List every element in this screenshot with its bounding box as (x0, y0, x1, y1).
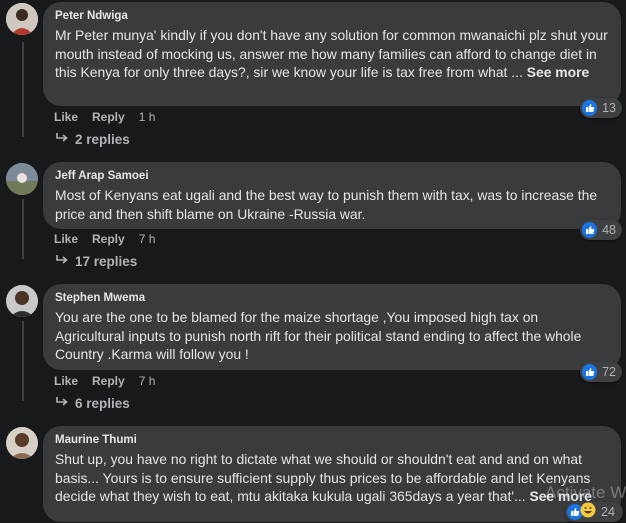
activation-watermark: Activate Wi (545, 483, 626, 502)
comment-author[interactable]: Peter Ndwiga (55, 9, 609, 23)
comment-author[interactable]: Stephen Mwema (55, 291, 609, 305)
view-replies[interactable]: 2 replies (55, 132, 130, 147)
like-button[interactable]: Like (54, 232, 78, 246)
comment-text: Shut up, you have no right to dictate wh… (55, 451, 592, 504)
comment-bubble: Peter Ndwiga Mr Peter munya' kindly if y… (43, 2, 621, 106)
comment-actions: Like Reply 7 h (54, 232, 155, 246)
reply-arrow-icon (55, 132, 69, 147)
see-more-link[interactable]: See more (527, 64, 590, 80)
avatar[interactable] (6, 3, 38, 35)
like-button[interactable]: Like (54, 374, 78, 388)
thread-line (22, 42, 24, 137)
comment-text: You are the one to be blamed for the mai… (55, 309, 582, 362)
reaction-count[interactable]: 24 (565, 502, 623, 522)
avatar[interactable] (6, 427, 38, 459)
avatar[interactable] (6, 163, 38, 195)
laugh-emoji-icon (580, 502, 596, 523)
reaction-count[interactable]: 72 (580, 362, 622, 382)
timestamp[interactable]: 7 h (139, 232, 156, 246)
view-replies[interactable]: 6 replies (55, 396, 130, 411)
like-button[interactable]: Like (54, 110, 78, 124)
thumbs-up-icon (582, 222, 598, 238)
thumbs-up-icon (582, 364, 598, 380)
comment-bubble: Jeff Arap Samoei Most of Kenyans eat uga… (43, 162, 621, 229)
comment-text: Mr Peter munya' kindly if you don't have… (55, 27, 608, 80)
thread-line (22, 321, 24, 401)
timestamp[interactable]: 7 h (139, 374, 156, 388)
reaction-count[interactable]: 48 (580, 220, 622, 240)
view-replies[interactable]: 17 replies (55, 254, 137, 269)
comment-author[interactable]: Jeff Arap Samoei (55, 169, 609, 183)
comment-author[interactable]: Maurine Thumi (55, 433, 609, 447)
comment-text: Most of Kenyans eat ugali and the best w… (55, 187, 598, 222)
comment-bubble: Maurine Thumi Shut up, you have no right… (43, 426, 621, 522)
reply-button[interactable]: Reply (92, 232, 125, 246)
reply-button[interactable]: Reply (92, 110, 125, 124)
avatar[interactable] (6, 285, 38, 317)
reply-arrow-icon (55, 396, 69, 411)
reaction-count[interactable]: 13 (580, 98, 622, 118)
thread-line (22, 199, 24, 259)
thumbs-up-icon (582, 100, 598, 116)
comment-actions: Like Reply 7 h (54, 374, 155, 388)
reply-arrow-icon (55, 254, 69, 269)
comment-actions: Like Reply 1 h (54, 110, 155, 124)
reply-button[interactable]: Reply (92, 374, 125, 388)
timestamp[interactable]: 1 h (139, 110, 156, 124)
comment-bubble: Stephen Mwema You are the one to be blam… (43, 284, 621, 370)
